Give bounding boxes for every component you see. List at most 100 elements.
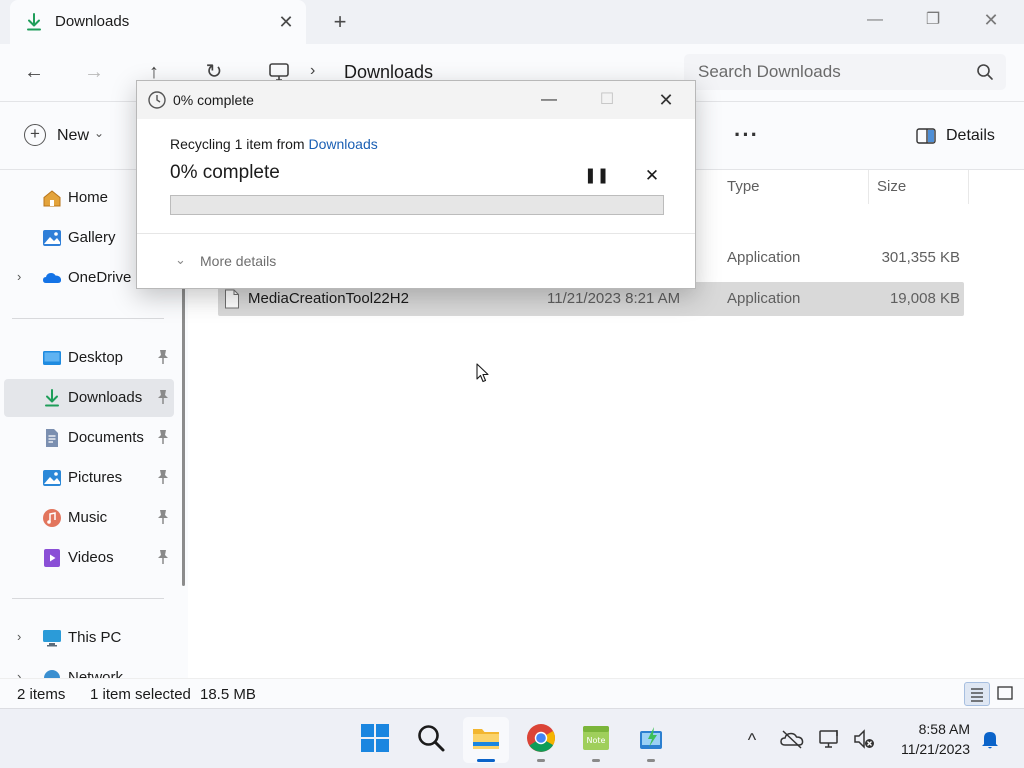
taskbar-notepad[interactable]: Note: [573, 717, 619, 763]
sidebar-item-this-pc[interactable]: › This PC: [4, 619, 174, 657]
status-bar: 2 items 1 item selected 18.5 MB: [0, 678, 1024, 708]
taskbar-app[interactable]: [628, 717, 674, 763]
home-icon: [43, 190, 61, 207]
forward-button[interactable]: →: [80, 58, 108, 86]
sidebar-item-desktop[interactable]: Desktop: [4, 339, 174, 377]
search-input[interactable]: Search Downloads: [684, 54, 1006, 90]
sidebar-item-network[interactable]: › Network: [4, 659, 174, 678]
sidebar-item-label: Documents: [68, 429, 144, 446]
column-header-type[interactable]: Type: [727, 178, 760, 195]
close-button[interactable]: ✕: [968, 6, 1014, 34]
file-explorer-icon: [473, 729, 499, 749]
plus-circle-icon: +: [24, 124, 46, 146]
sidebar-item-label: Downloads: [68, 389, 143, 406]
active-indicator: [477, 759, 495, 762]
tiles-view-button[interactable]: [993, 682, 1019, 706]
maximize-button[interactable]: ❐: [910, 6, 956, 34]
dialog-minimize-button[interactable]: —: [531, 87, 567, 113]
download-arrow-icon: [27, 13, 41, 31]
source-folder-link[interactable]: Downloads: [308, 136, 377, 152]
title-bar: Downloads ✕ + — ❐ ✕: [0, 0, 1024, 44]
taskbar-file-explorer[interactable]: [463, 717, 509, 763]
pin-icon[interactable]: [156, 549, 170, 565]
dialog-divider: [137, 233, 695, 234]
new-tab-button[interactable]: +: [329, 10, 351, 34]
chevron-right-icon[interactable]: ›: [17, 269, 21, 284]
chrome-icon: [527, 724, 555, 752]
dialog-title: 0% complete: [173, 92, 254, 108]
pin-icon[interactable]: [156, 389, 170, 405]
gallery-icon: [43, 230, 61, 246]
pictures-icon: [43, 470, 61, 486]
file-size: 19,008 KB: [889, 290, 960, 307]
app-icon: [640, 727, 662, 749]
chevron-down-icon: ⌄: [94, 126, 105, 140]
pin-icon[interactable]: [156, 349, 170, 365]
onedrive-sync-icon[interactable]: [780, 727, 804, 751]
network-status-icon[interactable]: [818, 727, 842, 751]
clock-icon: [148, 91, 166, 109]
volume-muted-icon[interactable]: [852, 727, 876, 751]
column-divider[interactable]: [968, 170, 969, 204]
tab-downloads[interactable]: Downloads ✕: [10, 0, 306, 44]
recycle-progress-dialog: 0% complete — ☐ ✕ Recycling 1 item from …: [136, 80, 696, 289]
cancel-button[interactable]: ✕: [641, 165, 663, 187]
search-icon: [977, 64, 993, 80]
sidebar-item-label: Desktop: [68, 349, 124, 366]
search-icon: [418, 725, 445, 752]
clock[interactable]: 8:58 AM 11/21/2023: [880, 719, 970, 759]
taskbar-chrome[interactable]: [518, 717, 564, 763]
dialog-close-button[interactable]: ✕: [648, 87, 684, 113]
notification-bell-icon[interactable]: [978, 727, 1002, 751]
pause-button[interactable]: ❚❚: [584, 165, 609, 187]
file-icon: [225, 289, 239, 309]
minimize-button[interactable]: —: [852, 6, 898, 34]
more-options-button[interactable]: ···: [734, 122, 759, 148]
sidebar-item-music[interactable]: Music: [4, 499, 174, 537]
music-icon: [43, 509, 61, 527]
pin-icon[interactable]: [156, 509, 170, 525]
sidebar-item-videos[interactable]: Videos: [4, 539, 174, 577]
file-size: 301,355 KB: [881, 249, 960, 266]
notepad-icon: Note: [583, 726, 609, 750]
start-button[interactable]: [352, 717, 398, 763]
tiles-view-icon: [997, 686, 1013, 700]
column-header-size[interactable]: Size: [877, 178, 906, 195]
pin-icon[interactable]: [156, 469, 170, 485]
file-date: 11/21/2023 8:21 AM: [547, 290, 681, 307]
chevron-down-icon: ⌄: [175, 252, 186, 267]
sidebar-item-label: Videos: [68, 549, 114, 566]
back-button[interactable]: ←: [20, 58, 48, 86]
selection-count: 1 item selected: [90, 686, 191, 703]
sidebar-divider: [12, 598, 164, 599]
chevron-right-icon[interactable]: ›: [17, 629, 21, 644]
sidebar-item-downloads[interactable]: Downloads: [4, 379, 174, 417]
sidebar-item-label: OneDrive: [68, 269, 132, 286]
show-hidden-icons-button[interactable]: ^: [740, 727, 764, 751]
chevron-right-icon[interactable]: ›: [17, 669, 21, 678]
details-pane-icon: [916, 128, 936, 144]
sidebar-item-label: Network: [68, 669, 124, 678]
dialog-maximize-button: ☐: [599, 91, 615, 108]
this-pc-icon: [43, 630, 61, 647]
dialog-title-bar[interactable]: 0% complete — ☐ ✕: [137, 81, 695, 119]
details-view-button[interactable]: [964, 682, 990, 706]
file-type: Application: [727, 249, 801, 266]
clock-time: 8:58 AM: [918, 721, 970, 737]
list-view-icon: [971, 688, 983, 702]
new-label: New: [57, 127, 90, 144]
column-divider[interactable]: [868, 170, 869, 204]
videos-icon: [44, 549, 60, 567]
selection-size: 18.5 MB: [200, 686, 256, 703]
sidebar-item-documents[interactable]: Documents: [4, 419, 174, 457]
dialog-operation-text: Recycling 1 item from Downloads: [170, 136, 378, 152]
taskbar-search-button[interactable]: [408, 717, 454, 763]
onedrive-icon: [43, 273, 62, 283]
breadcrumb-chevron-icon: ›: [310, 62, 316, 79]
running-indicator: [537, 759, 545, 762]
sidebar-item-pictures[interactable]: Pictures: [4, 459, 174, 497]
pin-icon[interactable]: [156, 429, 170, 445]
tab-close-icon[interactable]: ✕: [276, 12, 296, 32]
more-details-label: More details: [200, 253, 277, 269]
desktop-icon: [43, 351, 61, 365]
